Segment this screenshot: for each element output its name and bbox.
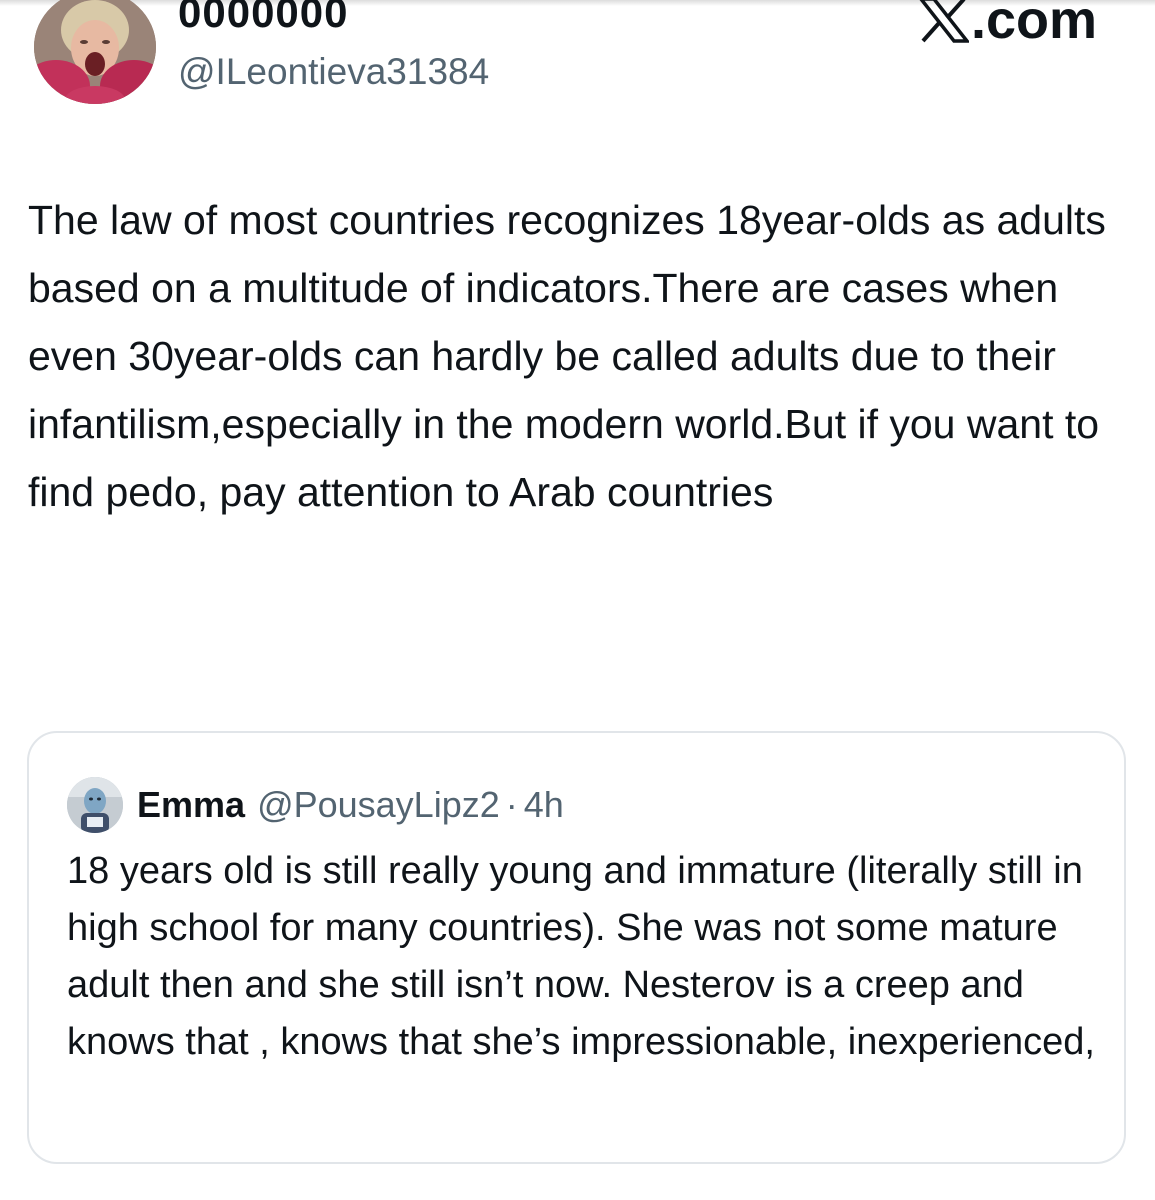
author-handle[interactable]: @ILeontieva31384 [178, 48, 489, 96]
quoted-tweet-body-text: 18 years old is still really young and i… [67, 850, 1095, 1063]
tweet-body-text: The law of most countries recognizes 18y… [28, 197, 1106, 515]
author-display-name[interactable]: 0000000 [178, 0, 349, 38]
x-logo-icon [919, 0, 969, 43]
profile-avatar-icon[interactable] [34, 0, 156, 104]
quoted-avatar-image [67, 777, 123, 833]
quoted-avatar-icon[interactable] [67, 777, 123, 833]
quoted-tweet-header: Emma @PousayLipz2 · 4h [67, 777, 564, 833]
avatar-image [34, 0, 156, 104]
quoted-timestamp[interactable]: 4h [524, 784, 564, 826]
quoted-handle[interactable]: @PousayLipz2 [257, 784, 500, 826]
brand-domain-suffix: .com [970, 0, 1097, 50]
x-com-watermark: .com [919, 0, 1097, 50]
quoted-display-name[interactable]: Emma [137, 784, 245, 826]
quoted-tweet-card[interactable]: Emma @PousayLipz2 · 4h 18 years old is s… [27, 731, 1126, 1164]
header-separator: · [505, 784, 518, 825]
